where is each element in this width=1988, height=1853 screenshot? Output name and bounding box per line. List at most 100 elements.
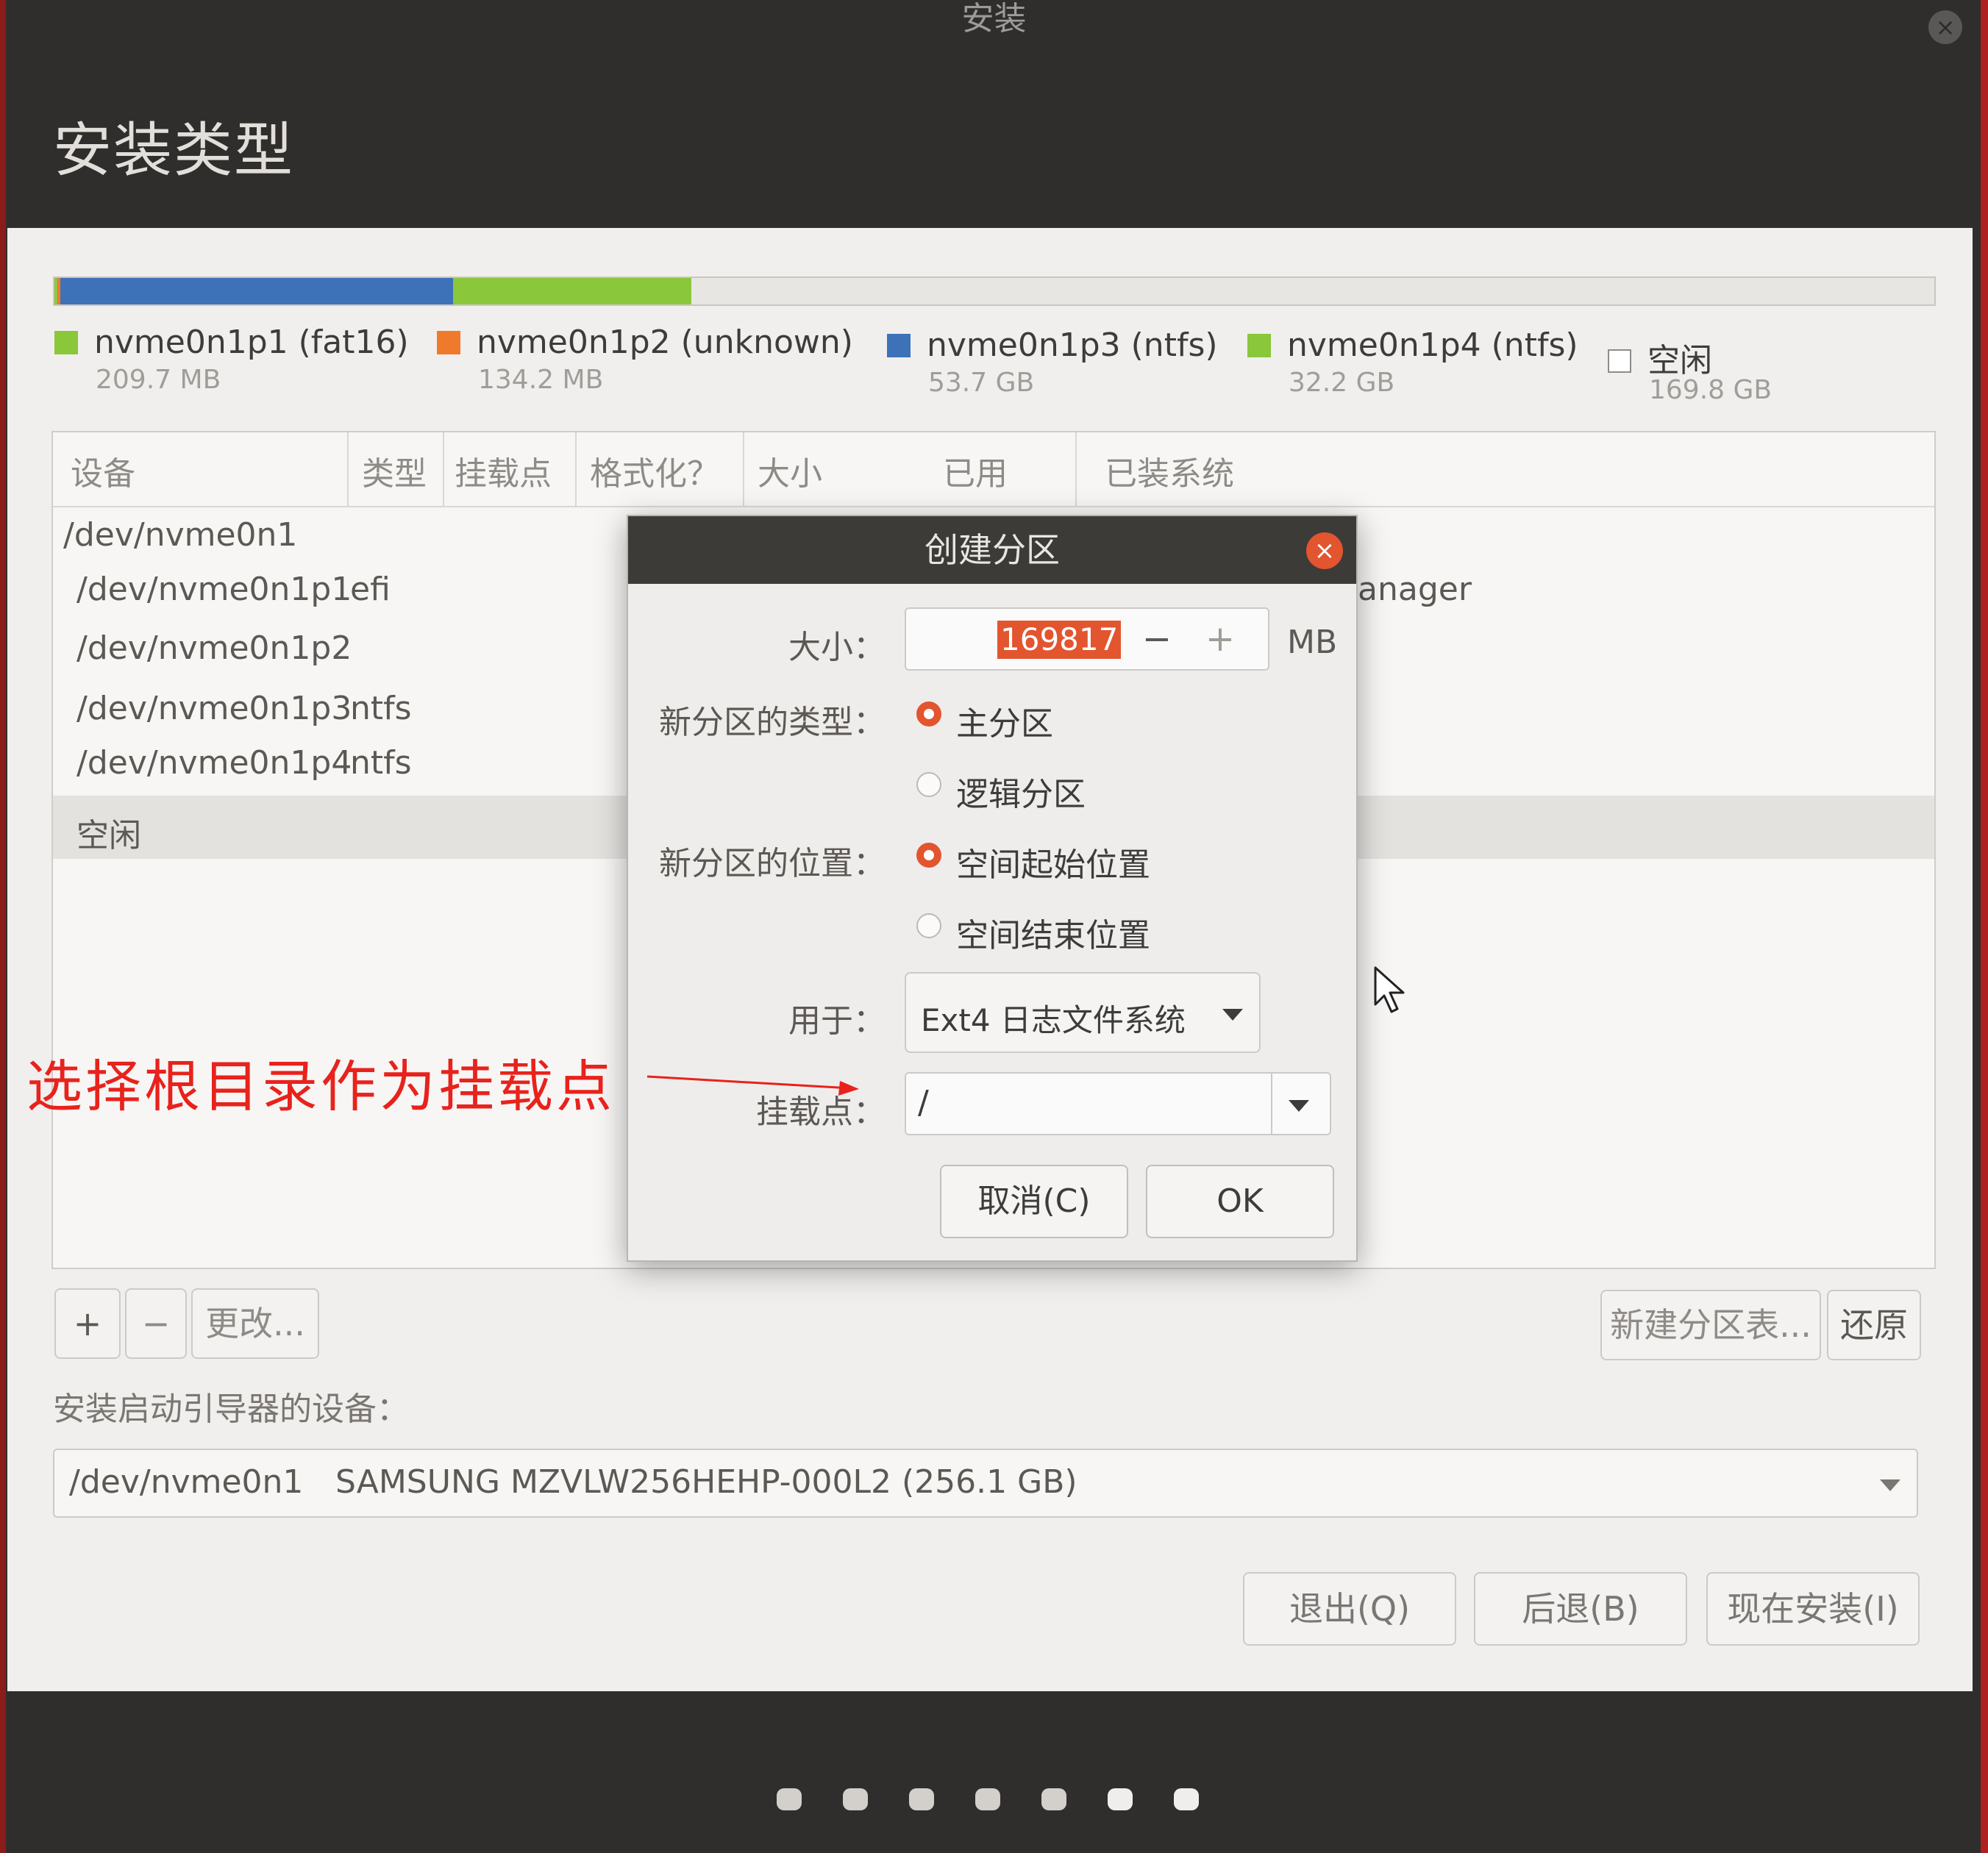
legend-item: nvme0n1p2 (unknown) 134.2 MB [437, 324, 853, 395]
partition-bar-seg-5 [691, 278, 1934, 304]
size-decrement-button[interactable]: − [1131, 613, 1183, 665]
primary-partition-radio[interactable] [916, 701, 941, 726]
install-now-button[interactable]: 现在安装(I) [1706, 1572, 1920, 1646]
col-device[interactable]: 设备 [71, 447, 135, 494]
dialog-title: 创建分区 [628, 516, 1356, 584]
row-device: /dev/nvme0n1 [63, 516, 298, 554]
legend-name: nvme0n1p4 (ntfs) [1287, 326, 1578, 364]
filesystem-value: Ext4 日志文件系统 [921, 1002, 1186, 1038]
mount-point-value[interactable]: / [918, 1084, 929, 1121]
legend-swatch [54, 331, 78, 354]
table-header: 设备 类型 挂载点 格式化？ 大小 已用 已装系统 [53, 432, 1934, 507]
chevron-down-icon[interactable] [1289, 1100, 1309, 1112]
use-as-label: 用于： [788, 1002, 886, 1040]
progress-dot [777, 1788, 802, 1810]
boot-device-path: /dev/nvme0n1 [69, 1463, 304, 1501]
ok-button[interactable]: OK [1146, 1165, 1334, 1238]
col-type[interactable]: 类型 [362, 447, 427, 494]
column-divider [575, 432, 577, 506]
row-device: /dev/nvme0n1p2 [76, 629, 352, 667]
mouse-cursor-icon [1374, 966, 1405, 1013]
progress-dot [909, 1788, 934, 1810]
window-close-icon[interactable]: × [1928, 10, 1962, 44]
progress-dot [1108, 1788, 1133, 1810]
location-end-radio[interactable] [916, 913, 941, 938]
legend-size: 169.8 GB [1649, 375, 1773, 405]
col-used[interactable]: 已用 [943, 447, 1008, 494]
size-value[interactable]: 169817 [997, 621, 1122, 659]
boot-device-select[interactable]: /dev/nvme0n1 SAMSUNG MZVLW256HEHP-000L2 … [53, 1449, 1918, 1518]
cancel-button[interactable]: 取消(C) [940, 1165, 1128, 1238]
back-button[interactable]: 后退(B) [1474, 1572, 1687, 1646]
size-spinbox[interactable]: 169817 − + [905, 607, 1269, 671]
col-size[interactable]: 大小 [758, 447, 822, 494]
boot-device-label: 安装启动引导器的设备： [53, 1390, 409, 1428]
logical-partition-label[interactable]: 逻辑分区 [956, 768, 1086, 815]
quit-button[interactable]: 退出(Q) [1243, 1572, 1456, 1646]
primary-partition-label[interactable]: 主分区 [956, 697, 1053, 744]
legend-name: nvme0n1p3 (ntfs) [927, 326, 1218, 364]
progress-dot [975, 1788, 1000, 1810]
combobox-divider [1271, 1074, 1272, 1134]
progress-dot [1174, 1788, 1199, 1810]
remove-partition-button[interactable]: − [125, 1288, 187, 1359]
partition-bar [53, 276, 1936, 306]
partition-type-label: 新分区的类型： [659, 704, 886, 741]
partition-bar-seg-4 [453, 278, 691, 304]
col-format[interactable]: 格式化？ [590, 447, 719, 494]
filesystem-dropdown[interactable]: Ext4 日志文件系统 [905, 972, 1261, 1053]
size-unit: MB [1287, 624, 1338, 661]
logical-partition-radio[interactable] [916, 772, 941, 797]
new-partition-table-button[interactable]: 新建分区表... [1600, 1290, 1821, 1360]
legend-item: nvme0n1p3 (ntfs) 53.7 GB [887, 326, 1218, 398]
legend-item: nvme0n1p1 (fat16) 209.7 MB [54, 324, 409, 395]
col-mount[interactable]: 挂载点 [455, 447, 552, 494]
change-partition-button[interactable]: 更改... [191, 1288, 319, 1359]
legend-swatch [437, 331, 460, 354]
column-divider [443, 432, 444, 506]
col-system[interactable]: 已装系统 [1105, 447, 1234, 494]
background-edge-right [1981, 0, 1988, 1853]
revert-button[interactable]: 还原 [1827, 1290, 1921, 1360]
row-device: /dev/nvme0n1p4 [76, 744, 352, 782]
legend-swatch [887, 334, 911, 357]
partition-bar-seg-3 [60, 278, 453, 304]
create-partition-dialog: 创建分区 × 大小： 169817 − + MB 新分区的类型： 主分区 逻辑分… [627, 515, 1358, 1262]
chevron-down-icon [1880, 1479, 1900, 1491]
legend-size: 32.2 GB [1289, 368, 1395, 398]
legend-item: nvme0n1p4 (ntfs) 32.2 GB [1247, 326, 1578, 398]
legend-size: 53.7 GB [928, 368, 1035, 398]
background-edge-left [0, 0, 6, 1853]
progress-dot [1041, 1788, 1066, 1810]
row-type: ntfs [350, 690, 412, 727]
mount-point-combobox[interactable]: / [905, 1072, 1331, 1135]
dialog-close-icon[interactable]: × [1306, 532, 1343, 569]
annotation-arrow-icon [646, 1075, 859, 1096]
size-increment-button[interactable]: + [1194, 613, 1246, 665]
row-type: efi [350, 571, 391, 608]
window-title: 安装 [961, 0, 1027, 38]
column-divider [743, 432, 744, 506]
annotation-text: 选择根目录作为挂载点 [26, 1054, 615, 1119]
page-title: 安装类型 [53, 116, 294, 185]
legend-item: 空闲 169.8 GB [1608, 334, 1772, 405]
row-device: /dev/nvme0n1p3 [76, 690, 352, 727]
size-label: 大小： [788, 629, 886, 666]
add-partition-button[interactable]: + [54, 1288, 121, 1359]
partition-location-label: 新分区的位置： [659, 845, 886, 882]
legend-swatch [1247, 334, 1271, 357]
chevron-down-icon [1222, 1009, 1243, 1021]
row-system-partial: anager [1358, 571, 1472, 608]
location-end-label[interactable]: 空间结束位置 [956, 909, 1150, 956]
column-divider [347, 432, 349, 506]
row-device: 空闲 [76, 817, 141, 854]
location-start-radio[interactable] [916, 843, 941, 868]
column-divider [1075, 432, 1077, 506]
location-start-label[interactable]: 空间起始位置 [956, 838, 1150, 885]
progress-dot [843, 1788, 868, 1810]
boot-device-desc: SAMSUNG MZVLW256HEHP-000L2 (256.1 GB) [335, 1463, 1077, 1501]
legend-name: nvme0n1p2 (unknown) [477, 324, 853, 361]
row-type: ntfs [350, 744, 412, 782]
legend-swatch [1608, 349, 1631, 373]
legend-size: 209.7 MB [96, 365, 221, 395]
